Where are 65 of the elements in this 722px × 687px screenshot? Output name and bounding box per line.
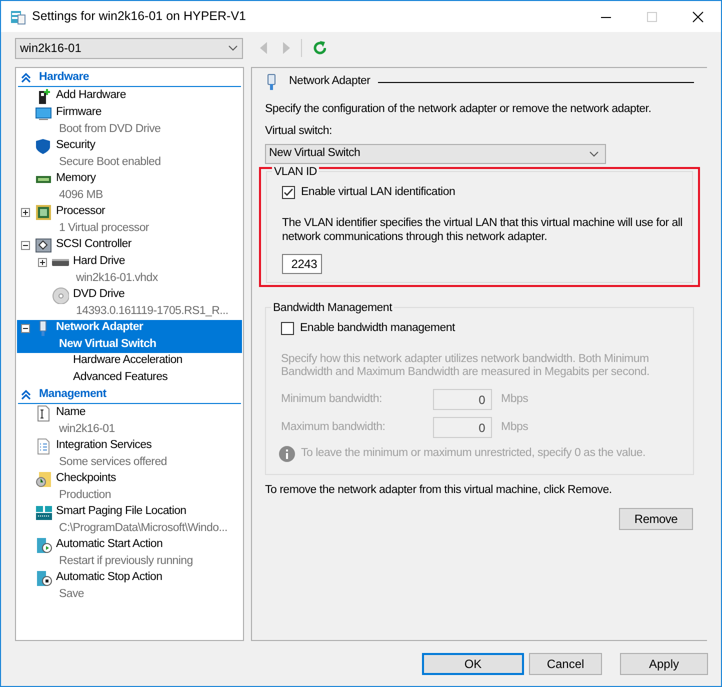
tree-item[interactable]: Automatic Stop Action Save [17,570,242,603]
remove-instruction-text: To remove the network adapter from this virtual machine, click Remove. [265,483,613,498]
tree-item[interactable]: Checkpoints Production [17,471,242,504]
tree-item[interactable]: Automatic Start Action Restart if previously running [17,537,242,570]
tree-item[interactable]: Name win2k16-01 [17,405,242,438]
chevron-down-icon [589,150,599,156]
checklist-icon [34,438,52,454]
section-title: Network Adapter [289,74,370,90]
dialog-button[interactable]: Apply [620,652,708,674]
tree-item[interactable]: Smart Paging File Location C:\ProgramData\Microsoft\Windo... [17,504,242,537]
tree-item[interactable]: Integration Services Some services offered [17,438,242,471]
tree-item[interactable]: SCSI Controller [17,237,242,254]
tree-item[interactable]: Processor 1 Virtual processor [17,204,242,237]
description-text: Specify how this network adapter utilizes network bandwidth. Both Minimum Bandwidth and Maximum Bandwidth are measured in Megabits per second. [281,353,650,379]
dialog-button[interactable]: Cancel [529,652,602,674]
tree-item[interactable]: DVD Drive 14393.0.161119-1705.RS1_R... [17,287,242,320]
folder-clock-icon [34,470,52,488]
monitor-icon [34,104,52,122]
window-settings-icon [10,8,26,24]
checkbox-label[interactable]: Enable virtual LAN identification [301,184,456,201]
vm-selector[interactable]: win2k16-01 [15,38,243,58]
tree-item[interactable]: Hardware Acceleration [17,353,242,370]
refresh-icon[interactable] [312,40,326,56]
section-header[interactable]: Management [18,387,241,404]
tree-item[interactable]: Hard Drive win2k16-01.vhdx [17,254,242,287]
vlan-id-field[interactable]: 2243 [282,254,322,274]
selected-tree-item[interactable]: Network Adapter New Virtual Switch [17,320,242,353]
bandwidth-field[interactable]: 0 [433,417,492,438]
chip-icon [34,204,52,220]
collapse-icon[interactable] [20,324,30,332]
checked-checkbox[interactable] [282,186,295,199]
network-adapter-icon [267,74,277,90]
hard-drive-icon [52,258,68,266]
section-header[interactable]: Hardware [18,70,241,87]
field-label: Maximum bandwidth: [281,420,386,435]
tree-item[interactable]: Firmware Boot from DVD Drive [17,105,242,138]
tree-item[interactable]: Advanced Features [17,370,242,387]
server-grid-icon [34,504,52,520]
tree-item[interactable]: Add Hardware [17,88,242,105]
collapse-icon[interactable] [20,240,30,250]
server-stop-icon [34,570,52,586]
unit-label: Mbps [501,420,528,435]
chevron-down-icon [228,45,238,51]
tree-item[interactable]: Security Secure Boot enabled [17,138,242,171]
field-label: Virtual switch: [265,124,333,140]
controller-icon [34,236,52,254]
expand-icon[interactable] [38,258,46,266]
window-title: Settings for win2k16-01 on HYPER-V1 [32,8,247,26]
description-text: Specify the configuration of the network adapter or remove the network adapter. [265,102,652,117]
description-text: The VLAN identifier specifies the virtual LAN that this virtual machine will use for all network communications through this network adapter. [282,216,684,244]
info-icon [279,446,295,462]
note-text: To leave the minimum or maximum unrestricted, specify 0 as the value. [301,446,646,461]
remove-button[interactable]: Remove [619,508,693,530]
dialog-button[interactable]: OK [422,652,524,674]
bandwidth-field[interactable]: 0 [433,389,492,410]
field-label: Minimum bandwidth: [281,392,383,407]
checkbox[interactable] [281,322,294,335]
virtual-switch-dropdown[interactable]: New Virtual Switch [265,144,606,164]
checkbox-label[interactable]: Enable bandwidth management [300,320,456,337]
server-play-icon [34,536,52,554]
shield-icon [34,138,52,154]
unit-label: Mbps [501,392,528,407]
document-icon [34,404,52,422]
expand-icon[interactable] [20,208,30,216]
tree-item[interactable]: Memory 4096 MB [17,171,242,204]
